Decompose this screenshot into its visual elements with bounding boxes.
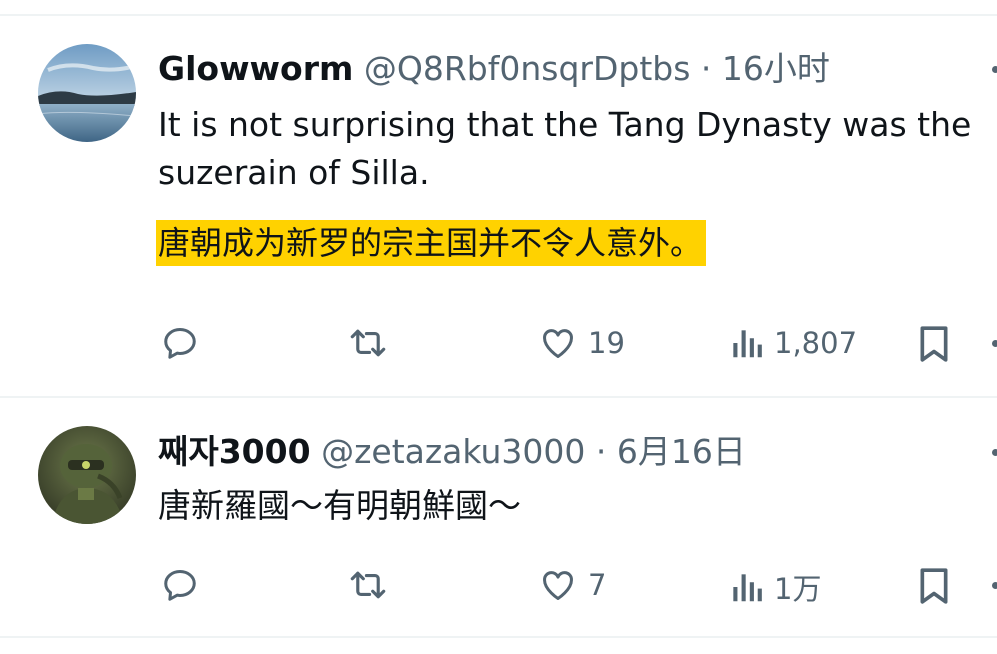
share-icon[interactable] [992,582,997,589]
view-count: 1万 [774,572,822,606]
like-button[interactable]: 19 [538,324,625,362]
reply-button[interactable] [161,566,199,604]
bottom-divider [0,636,997,638]
bookmark-button[interactable] [917,324,951,364]
avatar[interactable] [38,426,136,524]
reply-button[interactable] [161,324,199,362]
user-handle[interactable]: @Q8Rbf0nsqrDptbs [364,49,691,88]
retweet-button[interactable] [346,324,390,362]
tweet[interactable]: Glowworm @Q8Rbf0nsqrDptbs · 16小时 It is n… [0,0,997,396]
like-count: 19 [588,326,625,360]
avatar[interactable] [38,44,136,142]
avatar-robot-image [38,426,136,524]
bookmark-button[interactable] [917,566,951,606]
views-button[interactable]: 1万 [728,566,821,608]
like-count: 7 [588,568,607,602]
tweet-header: 째자3000 @zetazaku3000 · 6月16日 [158,432,746,472]
like-button[interactable]: 7 [538,566,606,604]
display-name[interactable]: Glowworm [158,49,353,88]
user-handle[interactable]: @zetazaku3000 [321,432,585,471]
timestamp[interactable]: 6月16日 [617,432,746,471]
analytics-icon [733,330,762,358]
more-options-icon[interactable] [992,449,997,456]
timestamp[interactable]: 16小时 [722,49,830,88]
bookmark-icon [920,568,948,604]
display-name[interactable]: 째자3000 [158,432,311,471]
share-icon[interactable] [992,340,997,347]
bookmark-icon [920,326,948,362]
retweet-button[interactable] [346,566,390,604]
retweet-icon [350,571,386,599]
analytics-icon [733,574,762,602]
heart-icon [543,329,573,358]
tweet-text: 唐新羅國〜有明朝鮮國〜 [158,486,521,525]
tweet[interactable]: 째자3000 @zetazaku3000 · 6月16日 唐新羅國〜有明朝鮮國〜… [0,398,997,636]
translation-highlight: 唐朝成为新罗的宗主国并不令人意外。 [156,220,707,266]
tweet-text: It is not surprising that the Tang Dynas… [158,105,972,192]
retweet-icon [350,329,386,357]
view-count: 1,807 [774,326,858,360]
more-options-icon[interactable] [992,66,997,73]
views-button[interactable]: 1,807 [728,324,857,362]
separator-dot: · [595,432,607,471]
reply-icon [164,570,196,601]
heart-icon [543,571,573,600]
reply-icon [164,328,196,359]
tweet-header: Glowworm @Q8Rbf0nsqrDptbs · 16小时 [158,49,830,89]
separator-dot: · [700,49,712,88]
avatar-lake-image [38,44,136,142]
